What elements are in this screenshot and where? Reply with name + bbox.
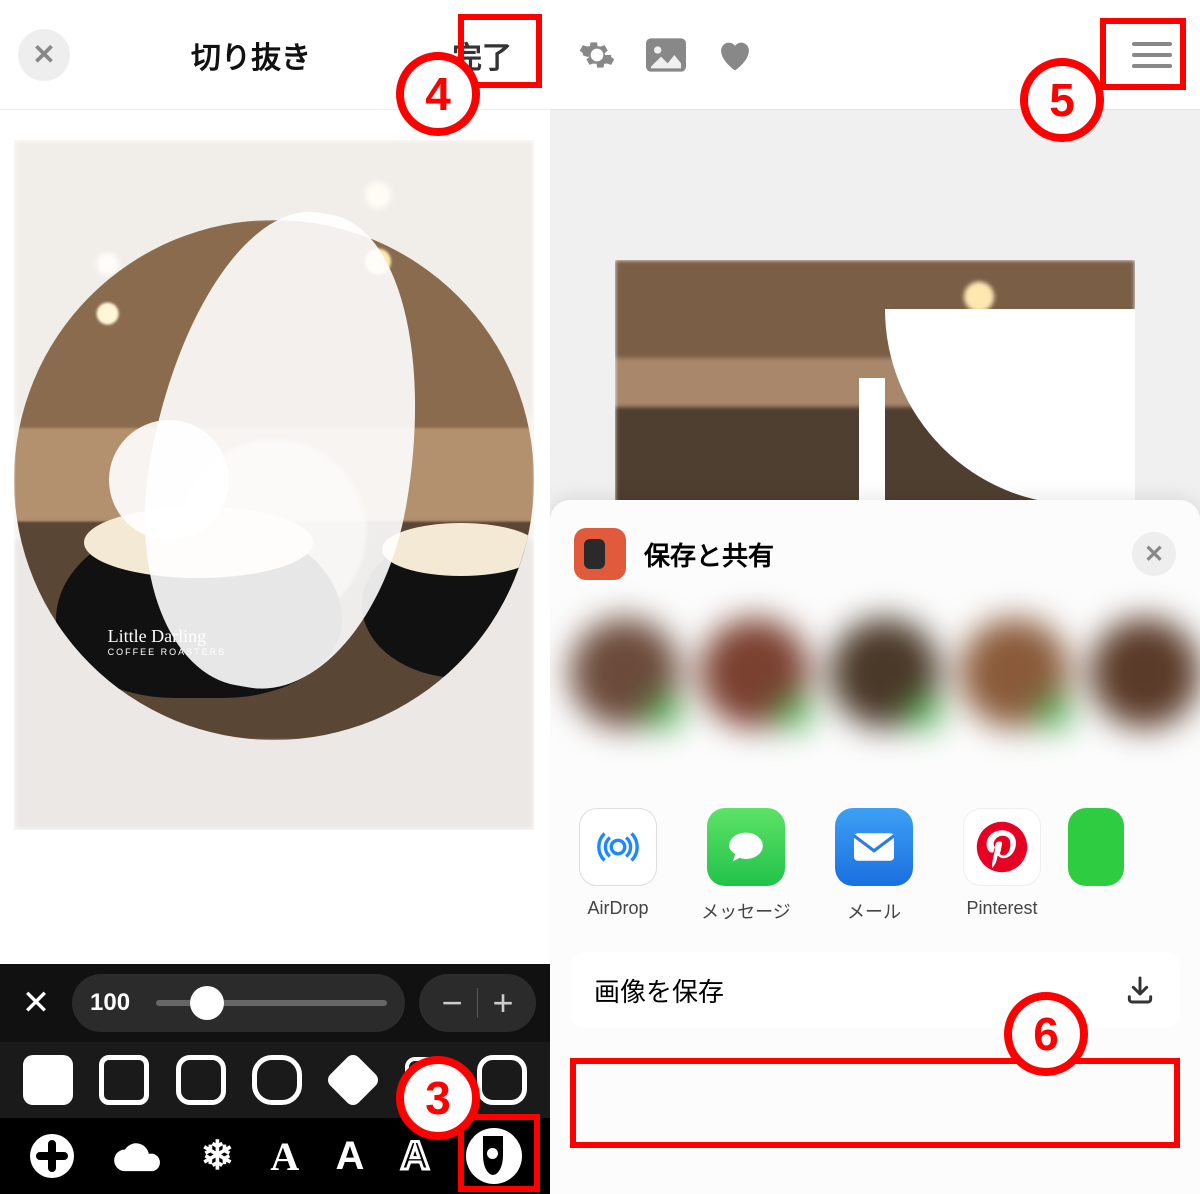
- highlight-menu: [1100, 18, 1186, 90]
- shape-rounded-1[interactable]: [176, 1055, 226, 1105]
- size-slider[interactable]: [156, 1000, 387, 1006]
- letter-a-2[interactable]: A: [336, 1134, 365, 1179]
- shape-diamond[interactable]: [325, 1052, 382, 1109]
- result-preview: [615, 260, 1135, 505]
- toolbar-close-icon[interactable]: ✕: [14, 983, 58, 1023]
- crop-canvas[interactable]: Little Darling COFFEE ROASTERS: [14, 140, 534, 830]
- image-icon[interactable]: [646, 38, 686, 72]
- shape-rounded-2[interactable]: [252, 1055, 302, 1105]
- page-title: 切り抜き: [191, 33, 311, 77]
- download-icon: [1124, 974, 1156, 1006]
- letter-a-outline[interactable]: A: [401, 1134, 430, 1179]
- slider-value: 100: [90, 989, 142, 1017]
- gear-icon[interactable]: [578, 36, 616, 74]
- shape-square-fill[interactable]: [23, 1055, 73, 1105]
- share-pinterest[interactable]: Pinterest: [938, 808, 1066, 924]
- letter-a-1[interactable]: A: [270, 1133, 299, 1180]
- save-image-action[interactable]: 画像を保存: [570, 952, 1180, 1028]
- highlight-shape-b: [458, 1114, 540, 1192]
- plus-button[interactable]: +: [478, 982, 528, 1024]
- callout-6: 6: [1004, 992, 1088, 1076]
- share-messages[interactable]: メッセージ: [682, 808, 810, 924]
- callout-3: 3: [396, 1056, 480, 1140]
- shape-square-outline[interactable]: [99, 1055, 149, 1105]
- heart-icon[interactable]: [716, 38, 754, 72]
- callout-4: 4: [396, 52, 480, 136]
- close-button[interactable]: ✕: [18, 29, 70, 81]
- sheet-title: 保存と共有: [644, 536, 774, 573]
- share-airdrop[interactable]: AirDrop: [554, 808, 682, 924]
- add-shape-icon[interactable]: [28, 1132, 76, 1180]
- snowflake-icon[interactable]: ❄: [201, 1133, 235, 1179]
- share-contacts[interactable]: [550, 598, 1200, 798]
- sheet-close-icon[interactable]: ✕: [1132, 532, 1176, 576]
- minus-button[interactable]: −: [427, 982, 477, 1024]
- cloud-icon[interactable]: [112, 1138, 164, 1174]
- shape-rounded-3[interactable]: [477, 1055, 527, 1105]
- highlight-save: [570, 1058, 1180, 1148]
- share-more[interactable]: [1066, 808, 1126, 924]
- callout-5: 5: [1020, 58, 1104, 142]
- app-icon: [574, 528, 626, 580]
- share-mail[interactable]: メール: [810, 808, 938, 924]
